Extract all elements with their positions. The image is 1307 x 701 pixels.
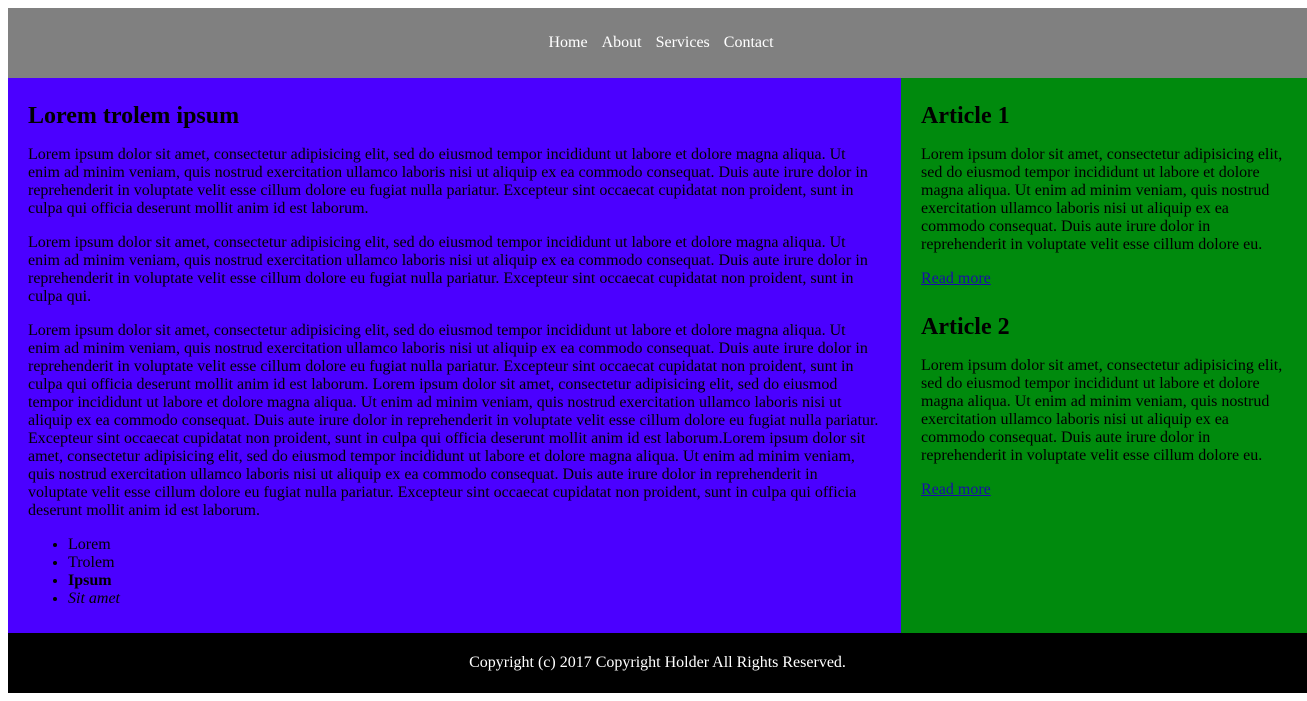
page: Home About Services Contact Lorem trolem… [8,8,1307,693]
main-paragraph-2: Lorem ipsum dolor sit amet, consectetur … [28,234,868,305]
article-2-read-more-link[interactable]: Read more [921,481,991,499]
list-item: Sit amet [68,590,881,608]
nav-home-link[interactable]: Home [548,34,587,52]
main-nav: Home About Services Contact [548,34,773,52]
main-paragraph-1: Lorem ipsum dolor sit amet, consectetur … [28,146,868,217]
list-item-italic: Sit amet [68,590,120,607]
article-2-title: Article 2 [921,314,1010,340]
list-item-bold: Ipsum [68,572,112,589]
header: Home About Services Contact [8,8,1307,78]
article-2-text: Lorem ipsum dolor sit amet, consectetur … [921,357,1283,464]
list-item: Trolem [68,554,881,572]
main-list: Lorem Trolem Ipsum Sit amet [28,536,881,608]
content: Lorem trolem ipsum Lorem ipsum dolor sit… [8,78,1307,633]
article-1-read-more-link[interactable]: Read more [921,270,991,288]
list-item: Lorem [68,536,881,554]
main-section: Lorem trolem ipsum Lorem ipsum dolor sit… [8,78,901,633]
nav-services-link[interactable]: Services [656,34,710,52]
nav-contact-link[interactable]: Contact [724,34,774,52]
footer: Copyright (c) 2017 Copyright Holder All … [8,633,1307,693]
main-title: Lorem trolem ipsum [28,103,240,129]
nav-about-link[interactable]: About [602,34,642,52]
article-1-text: Lorem ipsum dolor sit amet, consectetur … [921,146,1283,253]
copyright-text: Copyright (c) 2017 Copyright Holder All … [469,654,846,671]
main-paragraph-3: Lorem ipsum dolor sit amet, consectetur … [28,322,879,519]
list-item: Ipsum [68,572,881,590]
sidebar: Article 1 Lorem ipsum dolor sit amet, co… [901,78,1307,633]
article-1-title: Article 1 [921,103,1010,129]
